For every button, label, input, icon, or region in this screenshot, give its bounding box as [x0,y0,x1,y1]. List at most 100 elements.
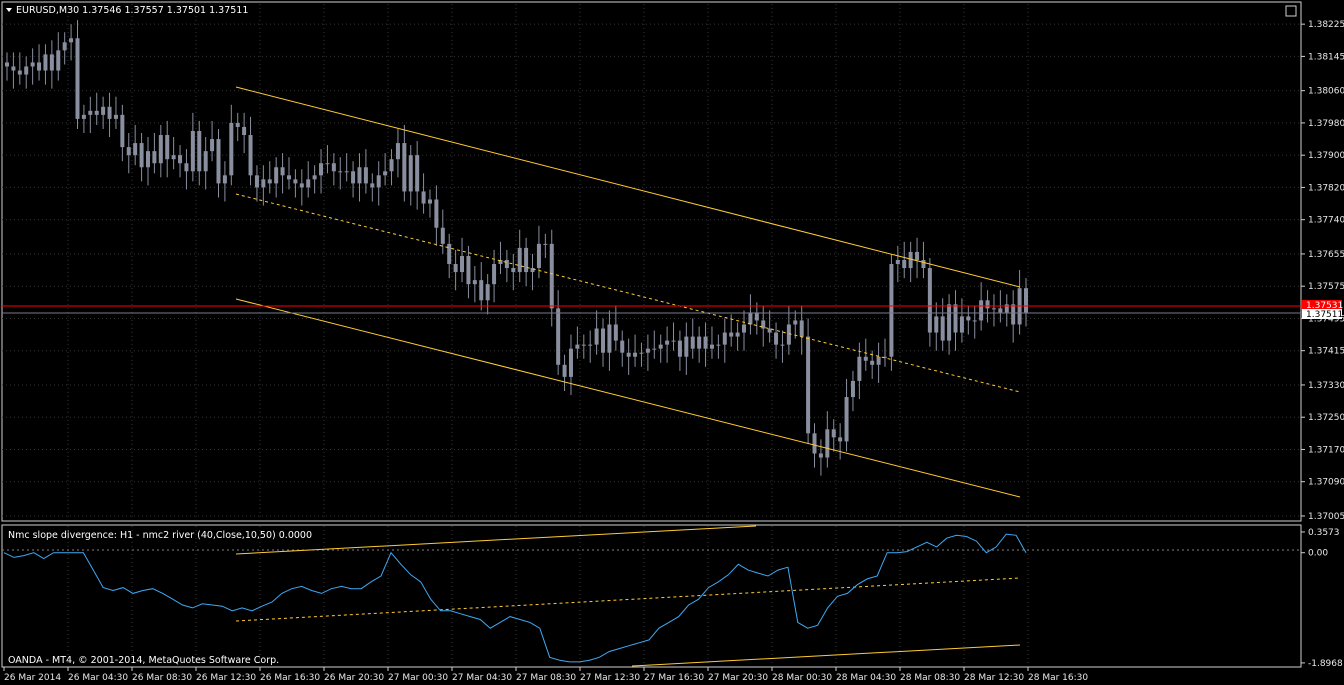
candle-body [889,264,894,357]
candle-body [184,163,189,172]
candle-body [460,255,465,273]
price-tick-label: 1.37005 [1308,512,1344,522]
candle-body [633,352,638,357]
candle-body [485,284,490,301]
candle-body [902,259,907,269]
candle-body [421,191,426,204]
candle-body [876,356,881,365]
candle-body [299,183,304,188]
indicator-title: Nmc slope divergence: H1 - nmc2 river (4… [8,530,312,541]
candle-body [139,143,144,168]
indicator-tick-label: 0.3573 [1308,528,1340,538]
candle-body [895,259,900,265]
candle-body [88,110,93,115]
candle-body [242,126,247,136]
candle-body [703,336,708,349]
candle-body [626,352,631,357]
candle-body [844,397,849,442]
candle-body [517,247,522,273]
candle-body [165,135,170,160]
candle-body [453,264,458,273]
time-tick-label: 27 Mar 20:30 [708,673,768,683]
candle-body [113,114,118,119]
candle-body [81,114,86,119]
candle-body [716,344,721,346]
candle-body [178,155,183,164]
candle-body [203,151,208,172]
candle-body [748,312,753,325]
candle-body [56,50,61,71]
candle-body [588,344,593,346]
indicator-tick-label: 0.00 [1308,549,1328,559]
price-tick-label: 1.37740 [1308,216,1344,226]
candle-body [293,179,298,184]
candle-body [985,300,990,309]
candle-body [812,433,817,454]
indicator-tick-label: -1.8968 [1308,659,1343,669]
candle-body [190,130,195,172]
candle-body [549,243,554,309]
candle-body [69,38,74,43]
candle-body [536,243,541,269]
price-tick-label: 1.37170 [1308,445,1344,455]
candle-body [11,66,16,71]
time-tick-label: 26 Mar 20:30 [324,673,384,683]
candle-body [152,151,157,164]
candle-body [120,114,125,148]
price-tick-label: 1.38060 [1308,87,1344,97]
price-tick-label: 1.37415 [1308,347,1344,357]
candle-body [767,328,772,333]
candle-body [197,130,202,172]
chart-header: EURUSD,M30 1.37546 1.37557 1.37501 1.375… [6,5,248,16]
candle-body [991,308,996,310]
candle-body [908,251,913,269]
candle-body [344,171,349,173]
candle-body [280,167,285,176]
candle-body [504,259,509,269]
candle-body [171,155,176,160]
time-tick-label: 27 Mar 00:30 [388,673,448,683]
candle-body [229,122,234,176]
candle-body [927,268,932,333]
candle-body [17,70,22,75]
time-tick-label: 27 Mar 04:30 [452,673,512,683]
candle-body [697,336,702,349]
candle-body [145,151,150,168]
candle-body [921,259,926,269]
candle-body [363,167,368,184]
candle-body [818,453,823,458]
price-tick-label: 1.37655 [1308,250,1344,260]
candle-body [620,340,625,353]
candle-body [466,255,471,285]
candle-body [248,135,253,176]
candle-body [934,316,939,333]
price-tick-label: 1.37250 [1308,413,1344,423]
candle-body [645,348,650,353]
candle-body [838,437,843,442]
price-tick-label: 1.37330 [1308,381,1344,391]
candle-body [126,147,131,156]
candle-body [793,320,798,325]
candle-body [966,316,971,321]
candle-body [863,356,868,361]
candle-body [306,179,311,188]
candle-body [979,300,984,321]
candle-body [940,316,945,341]
price-tick-label: 1.37090 [1308,478,1344,488]
time-tick-label: 28 Mar 00:30 [772,673,832,683]
time-tick-label: 26 Mar 12:30 [196,673,256,683]
candle-body [915,251,920,260]
candle-body [94,110,99,115]
candle-body [639,352,644,354]
candle-body [338,171,343,173]
candle-body [37,62,42,71]
candle-body [530,268,535,273]
candle-body [677,340,682,357]
price-tick-label: 1.37820 [1308,183,1344,193]
price-tick-label: 1.37900 [1308,151,1344,161]
candle-body [857,356,862,381]
candle-body [601,328,606,353]
candle-body [472,280,477,285]
candle-body [235,122,240,127]
candle-body [754,312,759,321]
